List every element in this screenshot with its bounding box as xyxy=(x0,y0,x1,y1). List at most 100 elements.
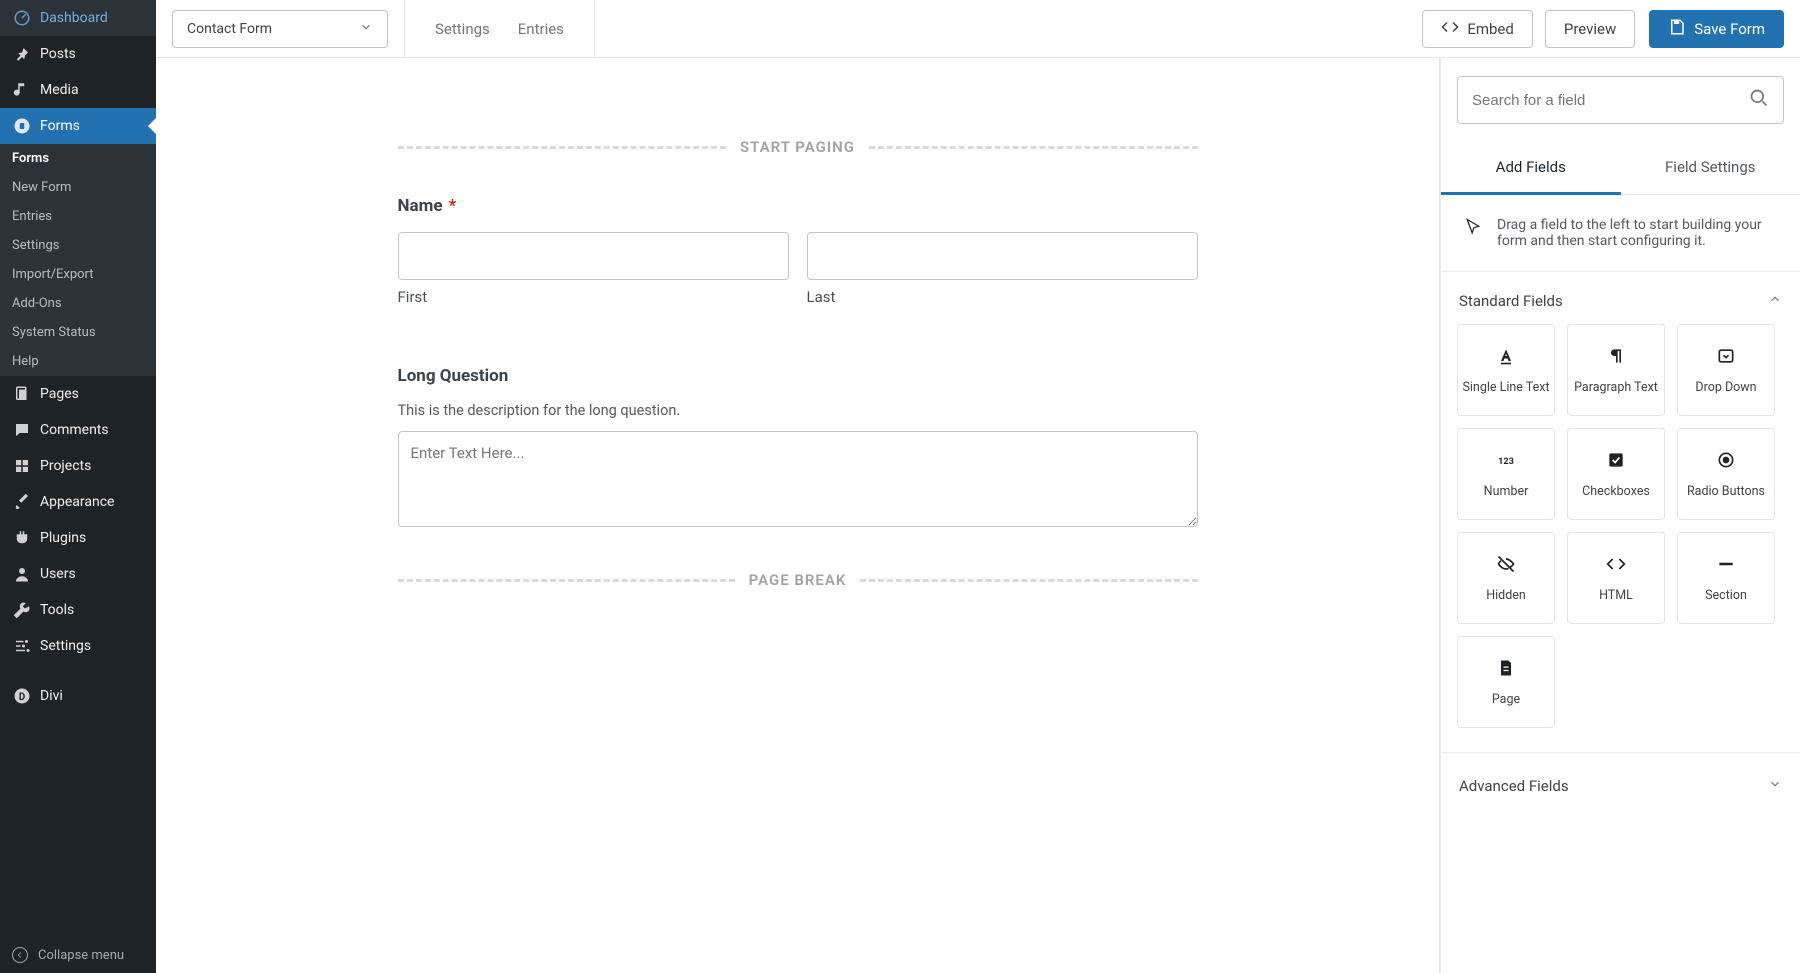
name-field[interactable]: Name* First Last xyxy=(398,196,1198,306)
form-selector[interactable]: Contact Form xyxy=(172,10,388,48)
plugin-icon xyxy=(12,528,32,548)
user-icon xyxy=(12,564,32,584)
tab-settings[interactable]: Settings xyxy=(421,12,504,46)
first-name-sublabel: First xyxy=(398,288,789,306)
standard-fields-label: Standard Fields xyxy=(1459,292,1563,310)
long-question-desc: This is the description for the long que… xyxy=(398,402,1198,419)
sidebar-label: Appearance xyxy=(40,494,114,510)
start-paging-label: START PAGING xyxy=(740,138,855,156)
fields-panel: Add Fields Field Settings Drag a field t… xyxy=(1440,58,1800,973)
preview-button[interactable]: Preview xyxy=(1545,10,1635,48)
submenu-new-form[interactable]: New Form xyxy=(0,173,156,202)
sidebar-item-tools[interactable]: Tools xyxy=(0,592,156,628)
field-checkboxes[interactable]: Checkboxes xyxy=(1567,428,1665,520)
hint-text: Drag a field to the left to start buildi… xyxy=(1497,217,1778,249)
field-search[interactable] xyxy=(1457,76,1784,124)
main-area: Contact Form Settings Entries Embed Prev… xyxy=(156,0,1800,973)
submenu-settings[interactable]: Settings xyxy=(0,231,156,260)
required-asterisk: * xyxy=(449,196,457,216)
vertical-divider xyxy=(404,0,405,57)
sidebar-item-forms[interactable]: Forms xyxy=(0,108,156,144)
long-question-textarea[interactable] xyxy=(398,431,1198,527)
save-form-button[interactable]: Save Form xyxy=(1649,10,1784,48)
tab-add-fields[interactable]: Add Fields xyxy=(1441,142,1621,195)
page-break-marker[interactable]: PAGE BREAK xyxy=(398,571,1198,589)
sidebar-label: Forms xyxy=(40,118,80,134)
sidebar-item-appearance[interactable]: Appearance xyxy=(0,484,156,520)
forms-icon xyxy=(12,116,32,136)
standard-fields-grid: Single Line Text Paragraph Text Drop Dow… xyxy=(1441,324,1800,752)
collapse-label: Collapse menu xyxy=(38,948,124,963)
sidebar-label: Settings xyxy=(40,638,91,654)
long-question-field[interactable]: Long Question This is the description fo… xyxy=(398,366,1198,531)
pin-icon xyxy=(12,44,32,64)
hint-row: Drag a field to the left to start buildi… xyxy=(1441,195,1800,272)
search-input[interactable] xyxy=(1472,92,1739,109)
first-name-input[interactable] xyxy=(398,232,789,280)
field-html[interactable]: HTML xyxy=(1567,532,1665,624)
sidebar-label: Divi xyxy=(40,688,63,704)
sidebar-label: Users xyxy=(40,566,76,582)
paragraph-icon xyxy=(1606,346,1626,370)
submenu-forms[interactable]: Forms xyxy=(0,144,156,173)
cursor-icon xyxy=(1463,217,1483,249)
sidebar-label: Tools xyxy=(40,602,74,618)
search-icon xyxy=(1749,88,1769,112)
sidebar-label: Comments xyxy=(40,422,109,438)
sidebar-label: Pages xyxy=(40,386,79,402)
field-hidden[interactable]: Hidden xyxy=(1457,532,1555,624)
chevron-down-icon xyxy=(359,20,373,38)
field-single-line-text[interactable]: Single Line Text xyxy=(1457,324,1555,416)
tab-field-settings[interactable]: Field Settings xyxy=(1621,142,1800,195)
chevron-down-icon xyxy=(1768,777,1782,795)
field-paragraph-text[interactable]: Paragraph Text xyxy=(1567,324,1665,416)
name-field-label: Name* xyxy=(398,196,1198,216)
form-selector-label: Contact Form xyxy=(187,21,272,37)
sidebar-item-users[interactable]: Users xyxy=(0,556,156,592)
field-drop-down[interactable]: Drop Down xyxy=(1677,324,1775,416)
sidebar-label: Dashboard xyxy=(40,10,108,26)
field-section[interactable]: Section xyxy=(1677,532,1775,624)
field-page[interactable]: Page xyxy=(1457,636,1555,728)
submenu-help[interactable]: Help xyxy=(0,347,156,376)
dashboard-icon xyxy=(12,8,32,28)
tab-entries[interactable]: Entries xyxy=(504,12,578,46)
divi-icon: D xyxy=(12,686,32,706)
sidebar-item-posts[interactable]: Posts xyxy=(0,36,156,72)
code-icon xyxy=(1441,18,1459,40)
submenu-import-export[interactable]: Import/Export xyxy=(0,260,156,289)
collapse-menu[interactable]: Collapse menu xyxy=(0,937,156,973)
radio-icon xyxy=(1716,450,1736,474)
advanced-fields-header[interactable]: Advanced Fields xyxy=(1441,752,1800,819)
submenu-add-ons[interactable]: Add-Ons xyxy=(0,289,156,318)
sidebar-item-divi[interactable]: D Divi xyxy=(0,678,156,714)
preview-label: Preview xyxy=(1564,20,1616,38)
sidebar-item-settings[interactable]: Settings xyxy=(0,628,156,664)
field-radio-buttons[interactable]: Radio Buttons xyxy=(1677,428,1775,520)
submenu-entries[interactable]: Entries xyxy=(0,202,156,231)
collapse-icon xyxy=(12,947,28,963)
sidebar-item-comments[interactable]: Comments xyxy=(0,412,156,448)
comments-icon xyxy=(12,420,32,440)
vertical-divider xyxy=(594,0,595,57)
standard-fields-header[interactable]: Standard Fields xyxy=(1441,272,1800,324)
field-number[interactable]: 123Number xyxy=(1457,428,1555,520)
form-canvas: START PAGING Name* First Las xyxy=(156,58,1440,973)
media-icon xyxy=(12,80,32,100)
chevron-up-icon xyxy=(1768,292,1782,310)
embed-button[interactable]: Embed xyxy=(1422,10,1533,48)
brush-icon xyxy=(12,492,32,512)
hidden-icon xyxy=(1496,554,1516,578)
sidebar-item-pages[interactable]: Pages xyxy=(0,376,156,412)
html-icon xyxy=(1606,554,1626,578)
sidebar-item-media[interactable]: Media xyxy=(0,72,156,108)
text-icon xyxy=(1496,346,1516,370)
last-name-input[interactable] xyxy=(807,232,1198,280)
section-icon xyxy=(1716,554,1736,578)
sidebar-item-dashboard[interactable]: Dashboard xyxy=(0,0,156,36)
sidebar-item-projects[interactable]: Projects xyxy=(0,448,156,484)
start-paging-marker: START PAGING xyxy=(398,138,1198,156)
svg-text:D: D xyxy=(19,692,25,703)
submenu-system-status[interactable]: System Status xyxy=(0,318,156,347)
sidebar-item-plugins[interactable]: Plugins xyxy=(0,520,156,556)
